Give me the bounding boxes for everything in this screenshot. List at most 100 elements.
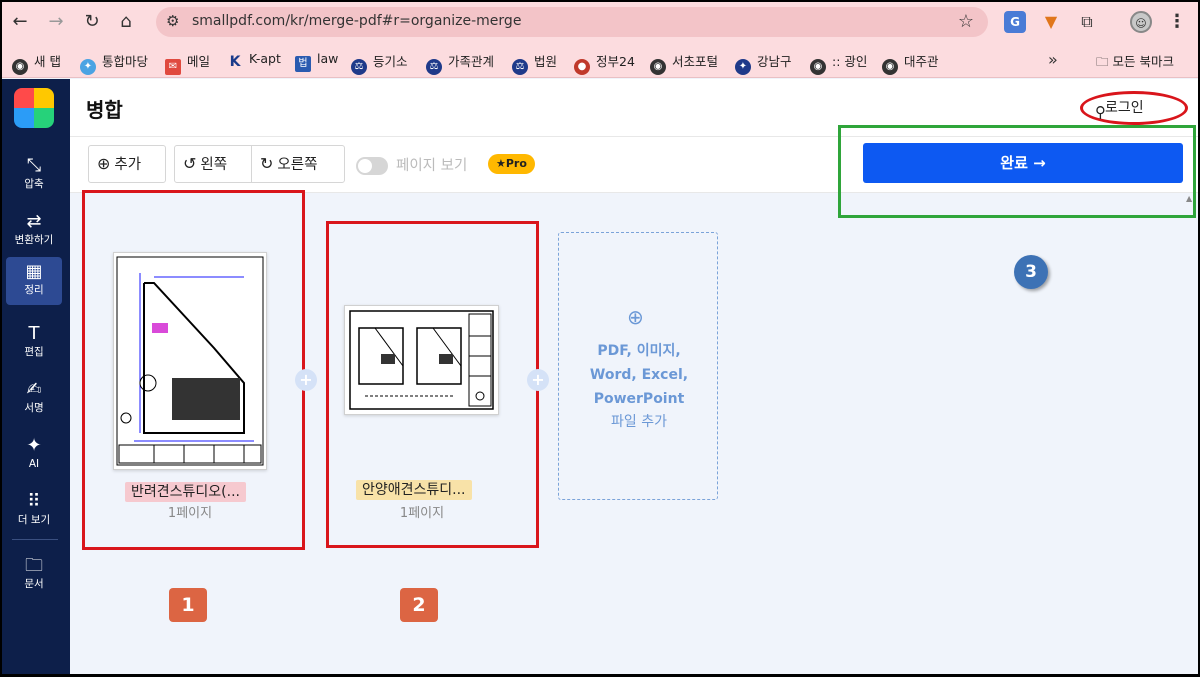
bookmark-label: 통합마당 xyxy=(102,54,149,69)
step-badge-1: 1 xyxy=(169,588,207,622)
sidebar-item-label: 정리 xyxy=(24,284,44,296)
bookmark-item[interactable]: K K-apt xyxy=(227,51,281,70)
floorplan-drawing-1 xyxy=(116,256,264,466)
app-sidebar: ⤡ 압축 ⇄ 변환하기 ▦ 정리 T 편집 ✍ 서명 ✦ AI ⠿ 더 보기 🗀 xyxy=(2,79,70,674)
logo-quadrant xyxy=(14,108,34,128)
file-thumbnail-2[interactable] xyxy=(344,305,499,415)
bookmark-item[interactable]: ✦ 강남구 xyxy=(735,51,792,75)
bookmark-item[interactable]: ⚖ 등기소 xyxy=(351,51,408,75)
step-badge-2: 2 xyxy=(400,588,438,622)
bookmark-label: 서초포털 xyxy=(672,54,719,69)
browser-toolbar: ← → ↻ ⌂ ⚙ smallpdf.com/kr/merge-pdf#r=or… xyxy=(2,2,1198,42)
rotate-right-button[interactable]: ↻ 오른쪽 xyxy=(251,145,345,183)
folder-icon: 🗀 xyxy=(25,555,43,576)
bookmark-item[interactable]: ● 정부24 xyxy=(574,51,635,75)
bookmark-label: 강남구 xyxy=(757,54,792,69)
bookmark-item[interactable]: ⚖ 법원 xyxy=(512,51,557,75)
all-bookmarks-folder[interactable]: 🗀 모든 북마크 xyxy=(1096,51,1174,74)
insert-between-plus-icon[interactable]: + xyxy=(295,369,317,391)
bookmark-item[interactable]: ◉ 새 탭 xyxy=(12,51,61,75)
reload-icon[interactable]: ↻ xyxy=(80,10,104,34)
star-icon: ★ xyxy=(496,157,506,170)
translate-extension-icon[interactable]: G xyxy=(1004,11,1026,33)
bookmark-label: 정부24 xyxy=(596,54,635,69)
mail-icon: ✉ xyxy=(165,59,181,75)
rotate-right-label: 오른쪽 xyxy=(277,157,318,173)
gov24-icon: ● xyxy=(574,59,590,75)
address-bar[interactable]: ⚙ smallpdf.com/kr/merge-pdf#r=organize-m… xyxy=(156,7,988,37)
globe-icon: ◉ xyxy=(810,59,826,75)
sidebar-item-edit[interactable]: T 편집 xyxy=(6,319,62,367)
done-button[interactable]: 완료 → xyxy=(863,143,1183,183)
sidebar-item-label: 편집 xyxy=(24,346,44,358)
bookmarks-overflow-chevron-icon[interactable]: » xyxy=(1048,50,1058,69)
folder-icon: 🗀 xyxy=(1096,54,1109,69)
bookmark-label: 새 탭 xyxy=(34,54,61,69)
login-button[interactable]: ⚲ 로그인 xyxy=(1080,91,1188,125)
bookmark-item[interactable]: ◉ 대주관 xyxy=(882,51,939,75)
bookmark-item[interactable]: ✉ 메일 xyxy=(165,51,210,75)
file-types-line: PowerPoint xyxy=(593,391,685,407)
sidebar-divider xyxy=(12,539,58,540)
bookmark-item[interactable]: ✦ 통합마당 xyxy=(80,51,148,75)
metamask-fox-icon[interactable]: ▼ xyxy=(1040,11,1062,33)
site-favicon-icon: ✦ xyxy=(80,59,96,75)
bookmark-item[interactable]: ◉ 서초포털 xyxy=(650,51,718,75)
browser-menu-icon[interactable]: ⋮ xyxy=(1166,11,1188,33)
sidebar-item-label: 문서 xyxy=(24,578,44,590)
sidebar-item-convert[interactable]: ⇄ 변환하기 xyxy=(6,207,62,255)
sidebar-item-more[interactable]: ⠿ 더 보기 xyxy=(6,487,62,535)
plus-circle-icon: ⊕ xyxy=(627,305,644,329)
forward-arrow-icon[interactable]: → xyxy=(44,10,68,34)
court-icon: ⚖ xyxy=(512,59,528,75)
bookmark-label: law xyxy=(317,51,339,66)
sidebar-item-organize[interactable]: ▦ 정리 xyxy=(6,257,62,305)
organize-icon: ▦ xyxy=(25,261,43,282)
scrollbar-up-arrow-icon[interactable]: ▲ xyxy=(1186,194,1192,203)
file-name-1: 반려견스튜디오(... xyxy=(125,482,246,502)
bookmark-label: 등기소 xyxy=(373,54,408,69)
insert-between-plus-icon[interactable]: + xyxy=(527,369,549,391)
bookmark-item[interactable]: ◉:: 광인 xyxy=(810,51,867,75)
url-text: smallpdf.com/kr/merge-pdf#r=organize-mer… xyxy=(192,13,522,29)
sidebar-item-label: AI xyxy=(28,458,40,470)
sidebar-item-label: 서명 xyxy=(24,402,44,414)
file-page-count-1: 1페이지 xyxy=(167,506,213,521)
logo-quadrant xyxy=(34,108,54,128)
bookmark-label: :: 광인 xyxy=(832,54,868,69)
extensions-puzzle-icon[interactable]: ⧉ xyxy=(1076,11,1098,33)
bookmark-item[interactable]: 법 law xyxy=(295,51,338,72)
add-file-label: 파일 추가 xyxy=(611,414,667,430)
login-label: 로그인 xyxy=(1105,100,1144,116)
sidebar-item-documents[interactable]: 🗀 문서 xyxy=(6,551,62,599)
bookmark-label: K-apt xyxy=(249,51,281,66)
sidebar-item-sign[interactable]: ✍ 서명 xyxy=(6,375,62,423)
user-icon: ⚲ xyxy=(1095,103,1106,121)
profile-avatar-icon[interactable]: ☺ xyxy=(1130,11,1152,33)
sidebar-item-label: 변환하기 xyxy=(14,234,54,246)
sidebar-item-ai[interactable]: ✦ AI xyxy=(6,431,62,479)
compress-icon: ⤡ xyxy=(26,155,42,176)
back-arrow-icon[interactable]: ← xyxy=(8,10,32,34)
smallpdf-logo[interactable] xyxy=(14,88,54,128)
bookmark-item[interactable]: ⚖ 가족관계 xyxy=(426,51,494,75)
plus-circle-icon: ⊕ xyxy=(97,154,111,173)
page-view-toggle[interactable] xyxy=(356,157,388,175)
add-file-dropzone[interactable]: ⊕ PDF, 이미지, Word, Excel, PowerPoint 파일 추… xyxy=(558,232,718,500)
file-thumbnail-1[interactable] xyxy=(113,252,267,470)
supported-file-types: PDF, 이미지, Word, Excel, PowerPoint xyxy=(559,339,719,411)
site-info-icon[interactable]: ⚙ xyxy=(166,12,179,30)
kapt-icon: K xyxy=(229,54,241,70)
rotate-right-icon: ↻ xyxy=(260,154,274,173)
bookmark-star-icon[interactable]: ☆ xyxy=(958,11,974,32)
bookmark-label: 가족관계 xyxy=(448,54,495,69)
sidebar-item-compress[interactable]: ⤡ 압축 xyxy=(6,151,62,199)
step-badge-3: 3 xyxy=(1014,255,1048,289)
rotate-left-button[interactable]: ↺ 왼쪽 xyxy=(174,145,252,183)
globe-icon: ◉ xyxy=(12,59,28,75)
convert-icon: ⇄ xyxy=(26,211,42,232)
add-file-button[interactable]: ⊕ 추가 xyxy=(88,145,166,183)
logo-quadrant xyxy=(34,88,54,108)
law-icon: 법 xyxy=(295,56,311,72)
home-icon[interactable]: ⌂ xyxy=(114,10,138,34)
